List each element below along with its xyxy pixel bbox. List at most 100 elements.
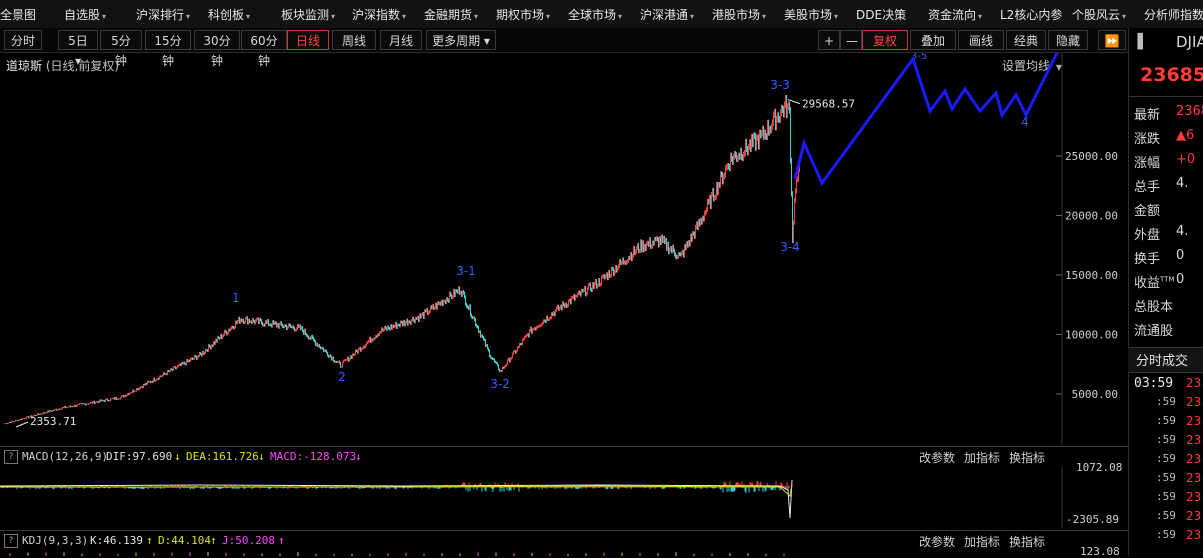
menu-item[interactable]: 全景图 [0,6,36,24]
tick-price: 23 [1186,414,1202,428]
quote-value: 4. [1176,224,1189,239]
tick-time: 03:59 [1134,376,1174,391]
kdj-change-params[interactable]: 改参数 [919,533,955,550]
kdj-name: KDJ(9,3,3) [22,534,89,547]
arrow-up-icon: ↑ [146,534,153,547]
fast-forward-icon[interactable]: ⏩ [1098,30,1126,50]
menu-item[interactable]: 资金流向 ▾ [928,6,982,24]
menu-item[interactable]: 全球市场 ▾ [568,6,622,24]
toolbar-btn-6[interactable]: 隐藏 [1048,30,1088,50]
period-0[interactable]: 分时 [4,30,42,50]
toolbar-btn-4[interactable]: 画线 [958,30,1004,50]
quote-label: 流通股 [1134,324,1174,339]
tick-time: :59 [1156,528,1176,541]
caret-down-icon: ▾ [246,12,251,21]
help-icon[interactable]: ? [4,450,18,464]
menu-item-label: 港股市场 [712,8,761,22]
menu-item[interactable]: 分析师指数 [1144,6,1203,24]
toolbar-btn-1[interactable]: — [840,30,862,50]
arrow-down-icon: ↓ [258,450,265,463]
divider [1128,96,1203,97]
dif-line [0,479,793,519]
period-3[interactable]: 15分钟 [145,30,191,68]
wave-label: 2 [338,370,346,384]
menu-item-label: 沪深港通 [640,8,689,22]
toolbar-btn-5[interactable]: 经典 [1006,30,1046,50]
period-6[interactable]: 日线 [287,30,329,50]
macd-dea: DEA:161.726 [186,450,259,463]
menu-item-label: DDE决策 [856,8,907,22]
menu-item-label: 沪深排行 [136,8,185,22]
kline-chart[interactable]: 25000.00 20000.00 15000.00 10000.00 5000.00 2… [0,53,1128,445]
help-icon[interactable]: ? [4,534,18,548]
menu-item[interactable]: 沪深排行 ▾ [136,6,190,24]
menu-item[interactable]: 美股市场 ▾ [784,6,838,24]
macd-dif: DIF:97.690 [106,450,173,463]
tick-time: :59 [1156,509,1176,522]
caret-down-icon: ▾ [618,12,623,21]
arrow-up-icon: ↑ [278,534,285,547]
menu-item[interactable]: 沪深指数 ▾ [352,6,406,24]
menu-item-label: 全景图 [0,8,37,22]
caret-down-icon: ▾ [1122,12,1127,21]
toolbar-btn-0[interactable]: + [818,30,840,50]
kdj-k: K:46.139 [90,534,143,547]
macd-switch-indicator[interactable]: 换指标 [1009,449,1045,466]
quote-value: 0 [1176,248,1185,263]
toolbar-btn-2[interactable]: 复权 [862,30,908,50]
menu-item-label: 全球市场 [568,8,617,22]
tick-time: :59 [1156,452,1176,465]
caret-down-icon: ▾ [402,12,407,21]
quote-value: 0 [1176,272,1185,287]
menu-item[interactable]: 沪深港通 ▾ [640,6,694,24]
menu-item-label: 个股风云 [1072,8,1121,22]
menu-item[interactable]: 科创板 ▾ [208,6,250,24]
caret-down-icon: ▾ [331,12,336,21]
wave-label: 3-4 [780,240,800,254]
menu-item[interactable]: 个股风云 ▾ [1072,6,1126,24]
y-tick-label: 25000.00 [1065,150,1118,163]
quote-label: 总股本 [1134,300,1174,315]
menu-item-label: 金融期货 [424,8,473,22]
menu-item[interactable]: 板块监测 ▾ [281,6,335,24]
menu-item-label: 分析师指数 [1144,8,1203,22]
quote-label: 总手 [1134,180,1161,195]
quote-label: 涨跌 [1134,132,1161,147]
caret-down-icon: ▾ [546,12,551,21]
menu-item[interactable]: 金融期货 ▾ [424,6,478,24]
arrow-down-icon: ↓ [355,450,362,463]
quote-value: ▲6 [1176,128,1195,143]
kdj-add-indicator[interactable]: 加指标 [964,533,1000,550]
menu-item-label: 板块监测 [281,8,330,22]
menu-item[interactable]: L2核心内参 [1000,6,1062,24]
macd-add-indicator[interactable]: 加指标 [964,449,1000,466]
y-tick-label: 5000.00 [1072,388,1118,401]
period-2[interactable]: 5分钟 [100,30,142,68]
macd-change-params[interactable]: 改参数 [919,449,955,466]
period-8[interactable]: 月线 [380,30,422,50]
menu-item[interactable]: 港股市场 ▾ [712,6,766,24]
tick-time: :59 [1156,395,1176,408]
tick-price: 23 [1186,471,1202,485]
caret-down-icon: ▾ [474,12,479,21]
kdj-chart [9,552,785,556]
tick-price: 23 [1186,509,1202,523]
period-5[interactable]: 60分钟 [241,30,287,68]
period-7[interactable]: 周线 [332,30,376,50]
caret-down-icon: ▾ [762,12,767,21]
toolbar-btn-3[interactable]: 叠加 [910,30,956,50]
collapse-icon[interactable]: ▐ [1132,34,1143,50]
kdj-switch-indicator[interactable]: 换指标 [1009,533,1045,550]
caret-down-icon: ▾ [186,12,191,21]
quote-label: 最新 [1134,108,1161,123]
menu-item[interactable]: 自选股 ▾ [64,6,106,24]
menu-item[interactable]: DDE决策 [856,6,906,24]
tick-title: 分时成交 [1136,354,1189,369]
max-price-label: 29568.57 [802,98,855,111]
period-4[interactable]: 30分钟 [194,30,240,68]
period-1[interactable]: 5日 ▾ [58,30,98,68]
tick-price: 23 [1186,395,1202,409]
period-9[interactable]: 更多周期 ▾ [426,30,496,50]
y-tick-label: 20000.00 [1065,210,1118,223]
menu-item[interactable]: 期权市场 ▾ [496,6,550,24]
